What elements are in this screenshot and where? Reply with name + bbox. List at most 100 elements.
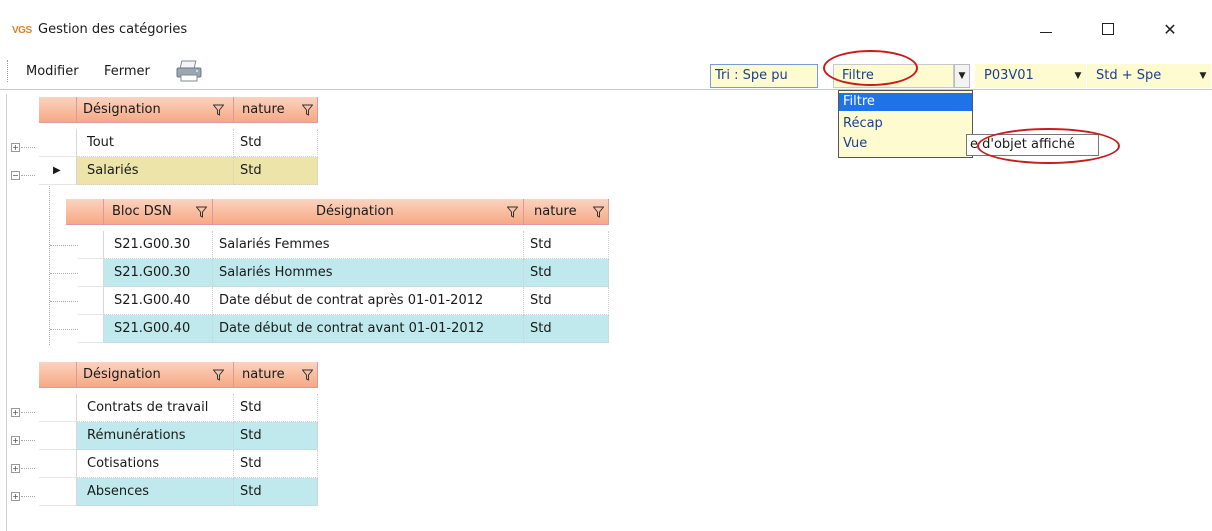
table-row[interactable]: S21.G00.30 Salariés Hommes Std [0, 259, 612, 287]
expand-icon[interactable]: + [11, 408, 20, 417]
row-header[interactable]: ▶ [39, 157, 77, 185]
header-designation[interactable]: Désignation [77, 97, 234, 123]
cell-designation[interactable]: Absences [77, 478, 234, 506]
scope-dropdown-icon[interactable]: ▼ [1195, 64, 1211, 88]
table-row[interactable]: + Absences Std [0, 478, 320, 506]
tree-line [21, 440, 35, 441]
tooltip: e d'objet affiché [966, 134, 1099, 156]
table-row[interactable]: + Tout Std [0, 129, 320, 157]
header-designation[interactable]: Désignation [213, 199, 524, 225]
cell-designation[interactable]: Salariés [77, 157, 234, 185]
cell-nature[interactable]: Std [524, 315, 609, 343]
filter-icon[interactable] [302, 369, 313, 381]
header-designation[interactable]: Désignation [77, 362, 234, 388]
row-header[interactable] [39, 394, 77, 422]
window-title: Gestion des catégories [38, 22, 188, 37]
cell-nature[interactable]: Std [234, 422, 318, 450]
filter-icon[interactable] [302, 104, 313, 116]
fermer-button[interactable]: Fermer [104, 64, 150, 79]
expand-icon[interactable]: + [11, 143, 20, 152]
row-header[interactable] [78, 287, 104, 315]
header-blank [39, 362, 77, 388]
cell-nature[interactable]: Std [524, 231, 609, 259]
table-row-selected[interactable]: − ▶ Salariés Std [0, 157, 320, 185]
header-nature[interactable]: nature [234, 97, 318, 123]
close-button[interactable]: ✕ [1147, 14, 1193, 44]
row-header[interactable] [78, 315, 104, 343]
view-mode-dropdown-list: Filtre Récap Vue [838, 90, 973, 158]
view-mode-dropdown-icon[interactable]: ▼ [954, 64, 970, 88]
cell-designation[interactable]: Rémunérations [77, 422, 234, 450]
cell-bloc-dsn[interactable]: S21.G00.40 [104, 287, 213, 315]
cell-designation[interactable]: Cotisations [77, 450, 234, 478]
maximize-button[interactable] [1085, 14, 1131, 44]
tree-line [50, 245, 78, 246]
dropdown-option-recap[interactable]: Récap [839, 115, 972, 133]
filter-icon[interactable] [507, 206, 518, 218]
cell-designation[interactable]: Salariés Hommes [213, 259, 524, 287]
cell-nature[interactable]: Std [234, 394, 318, 422]
title-bar: VGS Gestion des catégories ✕ [0, 0, 1212, 44]
cell-bloc-dsn[interactable]: S21.G00.30 [104, 231, 213, 259]
tree-line [21, 147, 35, 148]
printer-icon[interactable] [174, 60, 204, 82]
collapse-icon[interactable]: − [11, 171, 20, 180]
row-header[interactable] [39, 450, 77, 478]
tree-line [21, 175, 35, 176]
row-header[interactable] [39, 129, 77, 157]
expand-icon[interactable]: + [11, 464, 20, 473]
tree-line [21, 412, 35, 413]
version-dropdown-icon[interactable]: ▼ [1070, 64, 1086, 88]
header-blank [39, 97, 77, 123]
tree-line [21, 496, 35, 497]
header-blank [66, 199, 104, 225]
cell-bloc-dsn[interactable]: S21.G00.30 [104, 259, 213, 287]
scope-select[interactable]: Std + Spe [1087, 64, 1195, 88]
modifier-button[interactable]: Modifier [26, 64, 79, 79]
table-row[interactable]: S21.G00.40 Date début de contrat avant 0… [0, 315, 612, 343]
cell-designation[interactable]: Salariés Femmes [213, 231, 524, 259]
table-row[interactable]: + Rémunérations Std [0, 422, 320, 450]
table-row[interactable]: + Contrats de travail Std [0, 394, 320, 422]
close-icon: ✕ [1163, 19, 1177, 39]
cell-nature[interactable]: Std [234, 157, 318, 185]
row-header[interactable] [78, 259, 104, 287]
expand-icon[interactable]: + [11, 436, 20, 445]
row-header[interactable] [78, 231, 104, 259]
version-select[interactable]: P03V01 [975, 64, 1070, 88]
cell-nature[interactable]: Std [234, 129, 318, 157]
table-row[interactable]: S21.G00.40 Date début de contrat après 0… [0, 287, 612, 315]
dropdown-option-filtre[interactable]: Filtre [839, 93, 972, 111]
cell-bloc-dsn[interactable]: S21.G00.40 [104, 315, 213, 343]
minimize-button[interactable] [1023, 14, 1069, 44]
maximize-icon [1102, 23, 1114, 35]
dropdown-option-vue[interactable]: Vue [839, 135, 972, 153]
view-mode-select[interactable]: Filtre [833, 64, 954, 88]
filter-icon[interactable] [593, 206, 604, 218]
filter-icon[interactable] [213, 104, 224, 116]
sort-field[interactable]: Tri : Spe pu [710, 64, 818, 88]
cell-designation[interactable]: Contrats de travail [77, 394, 234, 422]
toolbar-grip [7, 60, 9, 82]
header-nature[interactable]: nature [524, 199, 609, 225]
cell-designation[interactable]: Tout [77, 129, 234, 157]
tree-line [50, 329, 78, 330]
table-row[interactable]: S21.G00.30 Salariés Femmes Std [0, 231, 612, 259]
row-header[interactable] [39, 422, 77, 450]
minimize-icon [1040, 31, 1052, 33]
row-header[interactable] [39, 478, 77, 506]
cell-designation[interactable]: Date début de contrat après 01-01-2012 [213, 287, 524, 315]
cell-designation[interactable]: Date début de contrat avant 01-01-2012 [213, 315, 524, 343]
cell-nature[interactable]: Std [234, 478, 318, 506]
app-logo: VGS [12, 25, 32, 36]
cell-nature[interactable]: Std [524, 287, 609, 315]
cell-nature[interactable]: Std [524, 259, 609, 287]
expand-icon[interactable]: + [11, 492, 20, 501]
header-nature[interactable]: nature [234, 362, 318, 388]
current-row-icon: ▶ [53, 165, 61, 176]
filter-icon[interactable] [196, 206, 207, 218]
cell-nature[interactable]: Std [234, 450, 318, 478]
table-row[interactable]: + Cotisations Std [0, 450, 320, 478]
header-bloc-dsn[interactable]: Bloc DSN [104, 199, 213, 225]
filter-icon[interactable] [213, 369, 224, 381]
